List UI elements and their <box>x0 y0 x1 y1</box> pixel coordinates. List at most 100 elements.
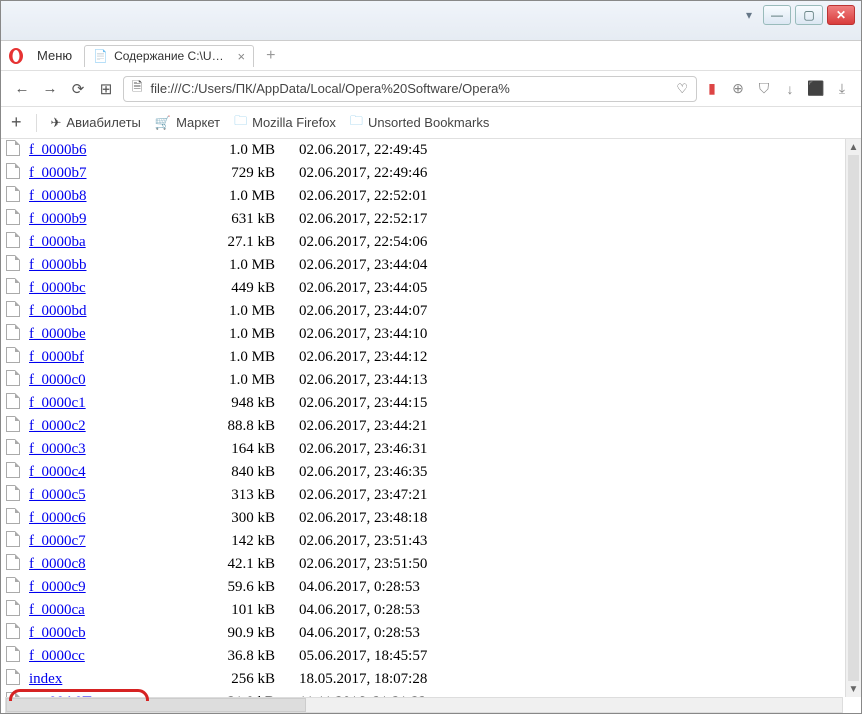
file-link[interactable]: f_0000ba <box>29 234 86 250</box>
file-size: 101 kB <box>195 599 295 622</box>
file-date: 02.06.2017, 23:51:50 <box>295 553 861 576</box>
forward-button[interactable]: → <box>39 78 61 100</box>
document-icon <box>6 347 20 363</box>
scroll-thumb[interactable] <box>848 155 859 681</box>
file-link[interactable]: f_0000b6 <box>29 142 87 158</box>
table-row: f_0000b81.0 MB02.06.2017, 22:52:01 <box>1 185 861 208</box>
file-size: 948 kB <box>195 392 295 415</box>
table-row: f_0000b7729 kB02.06.2017, 22:49:46 <box>1 162 861 185</box>
file-icon-cell <box>1 484 25 507</box>
file-link[interactable]: f_0000bf <box>29 349 84 365</box>
file-size: 1.0 MB <box>195 254 295 277</box>
file-date: 02.06.2017, 23:51:43 <box>295 530 861 553</box>
file-date: 02.06.2017, 22:49:45 <box>295 139 861 162</box>
file-date: 02.06.2017, 23:48:18 <box>295 507 861 530</box>
file-icon-cell <box>1 576 25 599</box>
document-icon <box>6 393 20 409</box>
file-table: f_0000b61.0 MB02.06.2017, 22:49:45f_0000… <box>1 139 861 701</box>
table-row: f_0000c4840 kB02.06.2017, 23:46:35 <box>1 461 861 484</box>
file-link[interactable]: f_0000c1 <box>29 395 86 411</box>
separator <box>36 114 37 132</box>
file-size: 88.8 kB <box>195 415 295 438</box>
document-icon <box>6 439 20 455</box>
file-date: 02.06.2017, 23:44:15 <box>295 392 861 415</box>
file-link[interactable]: f_0000bb <box>29 257 87 273</box>
file-link[interactable]: f_0000be <box>29 326 86 342</box>
document-icon <box>6 600 20 616</box>
heart-icon[interactable]: ♡ <box>676 81 688 97</box>
opera-logo-icon[interactable] <box>7 47 25 65</box>
bookmark-item-unsorted[interactable]: 🗀 Unsorted Bookmarks <box>350 112 489 134</box>
table-row: f_0000be1.0 MB02.06.2017, 23:44:10 <box>1 323 861 346</box>
file-link[interactable]: f_0000c8 <box>29 556 86 572</box>
file-icon-cell <box>1 392 25 415</box>
file-icon-cell <box>1 208 25 231</box>
bookmark-label: Маркет <box>176 115 220 130</box>
file-size: 840 kB <box>195 461 295 484</box>
tab-active[interactable]: 📄 Содержание C:\Users\ПК × <box>84 45 254 67</box>
horizontal-scrollbar[interactable] <box>5 697 843 713</box>
bookmark-item-aviabilety[interactable]: ✈ Авиабилеты <box>51 115 141 131</box>
table-row: f_0000ca101 kB04.06.2017, 0:28:53 <box>1 599 861 622</box>
tab-close-icon[interactable]: × <box>238 49 246 64</box>
vertical-scrollbar[interactable]: ▲ ▼ <box>845 139 861 697</box>
document-icon <box>6 623 20 639</box>
file-link[interactable]: f_0000c7 <box>29 533 86 549</box>
close-button[interactable]: ✕ <box>827 5 855 25</box>
file-link[interactable]: f_0000c9 <box>29 579 86 595</box>
file-link[interactable]: f_0000c6 <box>29 510 86 526</box>
menu-button[interactable]: Меню <box>31 46 78 65</box>
file-link[interactable]: f_0000c4 <box>29 464 86 480</box>
file-icon-cell <box>1 323 25 346</box>
file-icon-cell <box>1 300 25 323</box>
scroll-up-icon[interactable]: ▲ <box>846 139 861 155</box>
table-row: f_0000bd1.0 MB02.06.2017, 23:44:07 <box>1 300 861 323</box>
file-icon-cell <box>1 277 25 300</box>
file-date: 02.06.2017, 23:47:21 <box>295 484 861 507</box>
file-link[interactable]: f_0000b7 <box>29 165 87 181</box>
extension-icon[interactable]: ⬛ <box>807 80 825 98</box>
address-bar[interactable]: 🗎 file:///C:/Users/ПК/AppData/Local/Oper… <box>123 76 697 102</box>
file-link[interactable]: f_0000cc <box>29 648 85 664</box>
adblock-icon[interactable]: ▮ <box>703 80 721 98</box>
minimize-button[interactable]: — <box>763 5 791 25</box>
save-icon[interactable]: ⤓ <box>833 80 851 98</box>
file-size: 313 kB <box>195 484 295 507</box>
file-link[interactable]: f_0000b8 <box>29 188 87 204</box>
bookmark-item-firefox[interactable]: 🗀 Mozilla Firefox <box>234 112 336 134</box>
file-link[interactable]: f_0000c2 <box>29 418 86 434</box>
bookmark-label: Mozilla Firefox <box>252 115 336 130</box>
file-icon-cell <box>1 599 25 622</box>
window-dropdown-icon[interactable]: ▾ <box>739 5 759 25</box>
file-link[interactable]: f_0000bc <box>29 280 86 296</box>
back-button[interactable]: ← <box>11 78 33 100</box>
file-icon-cell <box>1 438 25 461</box>
tab-bar: Меню 📄 Содержание C:\Users\ПК × + <box>1 41 861 71</box>
file-link[interactable]: f_0000bd <box>29 303 87 319</box>
maximize-button[interactable]: ▢ <box>795 5 823 25</box>
add-bookmark-button[interactable]: + <box>11 112 22 133</box>
file-date: 04.06.2017, 0:28:53 <box>295 576 861 599</box>
download-icon[interactable]: ↓ <box>781 80 799 98</box>
bookmark-item-market[interactable]: 🛒 Маркет <box>155 115 220 131</box>
file-link[interactable]: f_0000b9 <box>29 211 87 227</box>
document-icon <box>6 140 20 156</box>
speed-dial-button[interactable]: ⊞ <box>95 78 117 100</box>
file-link[interactable]: f_0000ca <box>29 602 85 618</box>
globe-icon[interactable]: ⊕ <box>729 80 747 98</box>
shield-icon[interactable]: ⛉ <box>755 80 773 98</box>
file-link[interactable]: f_0000c5 <box>29 487 86 503</box>
file-link[interactable]: f_0000c0 <box>29 372 86 388</box>
file-icon-cell <box>1 553 25 576</box>
file-link[interactable]: f_0000cb <box>29 625 86 641</box>
file-link[interactable]: index <box>29 671 62 687</box>
file-link[interactable]: f_0000c3 <box>29 441 86 457</box>
tab-title: Содержание C:\Users\ПК <box>114 49 229 63</box>
file-size: 631 kB <box>195 208 295 231</box>
scroll-down-icon[interactable]: ▼ <box>846 681 861 697</box>
scroll-thumb-horizontal[interactable] <box>6 698 306 712</box>
cart-icon: 🛒 <box>155 115 171 131</box>
document-icon <box>6 669 20 685</box>
reload-button[interactable]: ⟳ <box>67 78 89 100</box>
new-tab-button[interactable]: + <box>260 47 281 65</box>
